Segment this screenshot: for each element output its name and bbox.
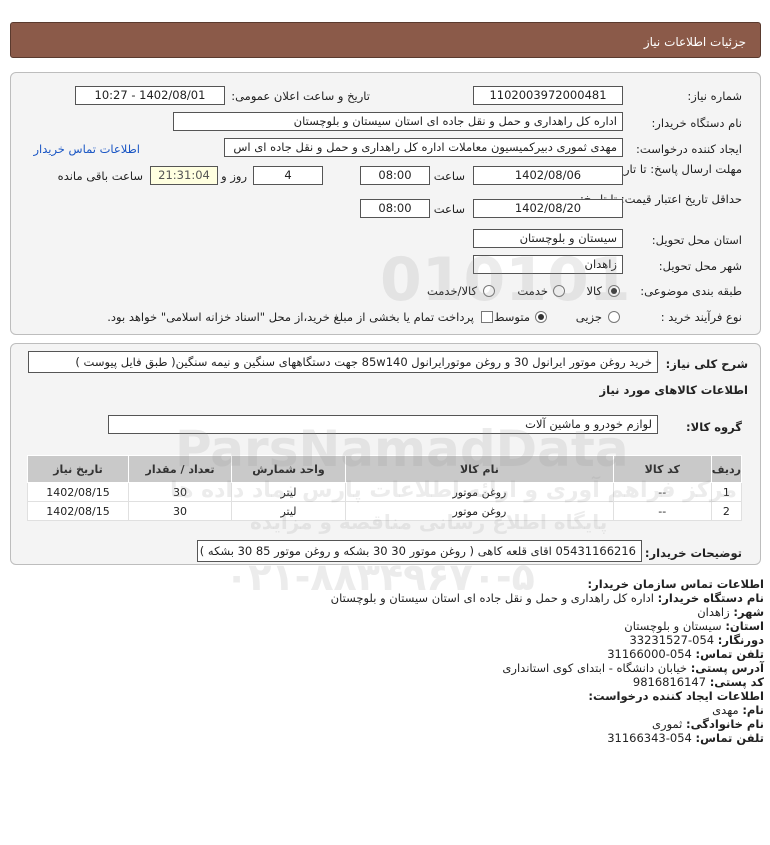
col-unit: واحد شمارش: [231, 455, 346, 483]
page-title: جزئیات اطلاعات نیاز: [643, 35, 746, 49]
buyer-notes-label: توضیحات خریدار:: [644, 546, 742, 560]
summary-field[interactable]: خرید روغن موتور ایرانول 30 و روغن موتورا…: [28, 351, 658, 373]
payment-note: پرداخت تمام یا بخشی از مبلغ خرید،از محل …: [107, 310, 474, 324]
cell-name: روغن موتور: [345, 501, 614, 521]
deadline-time-field[interactable]: 08:00: [360, 166, 430, 185]
validity-label: حداقل تاریخ اعتبار قیمت: تا تاریخ:: [579, 192, 742, 206]
cell-qty: 30: [128, 482, 232, 502]
deadline-date-field[interactable]: 1402/08/06: [473, 166, 623, 185]
category-service-radio[interactable]: [553, 285, 565, 297]
creator-label: ایجاد کننده درخواست:: [636, 142, 742, 156]
announce-label: تاریخ و ساعت اعلان عمومی:: [231, 89, 370, 103]
buyer-label: نام دستگاه خریدار:: [651, 116, 742, 130]
buyer-notes-field[interactable]: 05431166216 اقای قلعه کاهی ( روغن موتور …: [197, 540, 642, 562]
deadline-label: مهلت ارسال پاسخ: تا تاریخ:: [609, 162, 742, 176]
contact-fax: دورنگار: 054-33231527: [629, 633, 764, 647]
contact-address: آدرس پستی: خیابان دانشگاه - ابتدای کوی ا…: [502, 661, 764, 675]
cell-date: 1402/08/15: [27, 482, 129, 502]
contact-province: استان: سیستان و بلوچستان: [624, 619, 764, 633]
cell-name: روغن موتور: [345, 482, 614, 502]
province-field[interactable]: سیستان و بلوچستان: [473, 229, 623, 248]
process-partial-radio[interactable]: [608, 311, 620, 323]
contact-phone: تلفن تماس: 054-31166000: [607, 647, 764, 661]
category-goods-label: کالا: [586, 284, 602, 298]
creator-field[interactable]: مهدی ثموری دبیرکمیسیون معاملات اداره کل …: [224, 138, 623, 157]
category-both-radio[interactable]: [483, 285, 495, 297]
remaining-time-field: 21:31:04: [150, 166, 218, 185]
deadline-time-label: ساعت: [433, 169, 465, 183]
cell-unit: لیتر: [231, 482, 346, 502]
page-header: جزئیات اطلاعات نیاز: [10, 22, 761, 58]
contact-postal: کد پستی: 9816816147: [632, 675, 764, 689]
cell-qty: 30: [128, 501, 232, 521]
cell-row: 2: [710, 501, 743, 521]
table-row[interactable]: 1 -- روغن موتور لیتر 30 1402/08/15: [27, 482, 743, 502]
category-both-label: کالا/خدمت: [426, 284, 477, 298]
contact-city: شهر: زاهدان: [697, 605, 764, 619]
buyer-contact-link[interactable]: اطلاعات تماس خریدار: [33, 141, 140, 157]
treasury-payment-checkbox[interactable]: [481, 311, 493, 323]
group-field[interactable]: لوازم خودرو و ماشین آلات: [108, 415, 658, 434]
col-name: نام کالا: [345, 455, 614, 483]
announce-field[interactable]: 1402/08/01 - 10:27: [75, 86, 225, 105]
cell-unit: لیتر: [231, 501, 346, 521]
remaining-label: ساعت باقی مانده: [57, 169, 143, 183]
province-label: استان محل تحویل:: [651, 233, 742, 247]
group-label: گروه کالا:: [686, 420, 742, 434]
goods-info-title: اطلاعات کالاهای مورد نیاز: [599, 383, 748, 397]
days-remaining-field[interactable]: 4: [253, 166, 323, 185]
cell-date: 1402/08/15: [27, 501, 129, 521]
summary-label: شرح کلی نیاز:: [665, 357, 748, 371]
validity-time-field[interactable]: 08:00: [360, 199, 430, 218]
creator-family: نام خانوادگی: ثموری: [652, 717, 764, 731]
creator-name: نام: مهدی: [712, 703, 764, 717]
cell-code: --: [612, 482, 712, 502]
buyer-field[interactable]: اداره کل راهداری و حمل و نقل جاده ای است…: [173, 112, 623, 131]
category-label: طبقه بندی موضوعی:: [640, 284, 742, 298]
summary-panel: [10, 343, 761, 565]
col-qty: تعداد / مقدار: [128, 455, 232, 483]
city-label: شهر محل تحویل:: [658, 259, 742, 273]
validity-date-field[interactable]: 1402/08/20: [473, 199, 623, 218]
table-row[interactable]: 2 -- روغن موتور لیتر 30 1402/08/15: [27, 501, 743, 521]
process-partial-label: جزیی: [575, 310, 602, 324]
process-label: نوع فرآیند خرید :: [660, 310, 742, 324]
category-goods-radio[interactable]: [608, 285, 620, 297]
org-contact-title: اطلاعات تماس سازمان خریدار:: [587, 577, 764, 591]
need-number-field[interactable]: 1102003972000481: [473, 86, 623, 105]
need-number-label: شماره نیاز:: [687, 89, 742, 103]
col-row: ردیف: [710, 455, 743, 483]
validity-time-label: ساعت: [433, 202, 465, 216]
cell-code: --: [612, 501, 712, 521]
col-date: تاریخ نیاز: [27, 455, 129, 483]
creator-phone: تلفن تماس: 054-31166343: [607, 731, 764, 745]
goods-table: ردیف کد کالا نام کالا واحد شمارش تعداد /…: [27, 455, 743, 521]
category-service-label: خدمت: [517, 284, 548, 298]
process-medium-label: متوسط: [493, 310, 530, 324]
contact-info: اطلاعات تماس سازمان خریدار: نام دستگاه خ…: [24, 577, 764, 745]
city-field[interactable]: زاهدان: [473, 255, 623, 274]
cell-row: 1: [710, 482, 743, 502]
process-medium-radio[interactable]: [535, 311, 547, 323]
col-code: کد کالا: [612, 455, 712, 483]
creator-contact-title: اطلاعات ایجاد کننده درخواست:: [588, 689, 764, 703]
days-label: روز و: [221, 169, 247, 183]
contact-buyer-name: نام دستگاه خریدار: اداره کل راهداری و حم…: [330, 591, 764, 605]
